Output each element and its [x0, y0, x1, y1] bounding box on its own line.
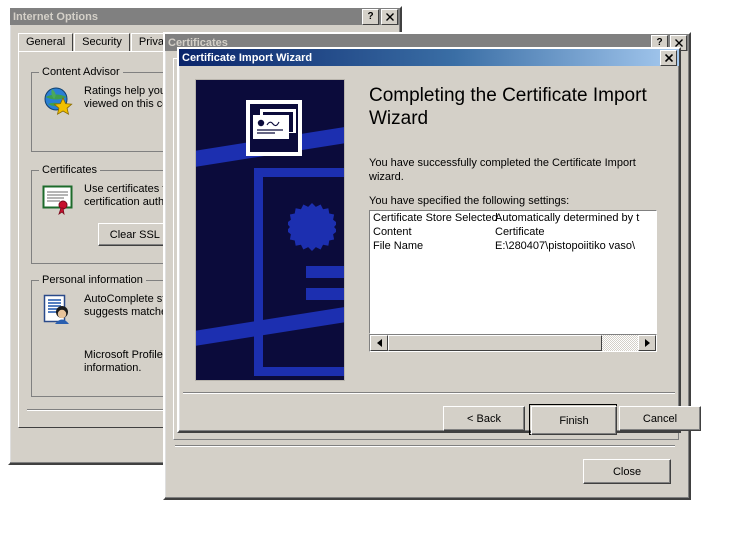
close-button[interactable]: Close — [583, 459, 671, 484]
certificate-card-front-detail — [253, 115, 289, 139]
setting-value: Automatically determined by t — [495, 212, 640, 224]
finish-button-default-frame: Finish — [529, 404, 617, 435]
wizard-title: Certificate Import Wizard — [182, 51, 313, 64]
wizard-heading: Completing the Certificate Import Wizard — [369, 85, 647, 129]
setting-value: E:\280407\pistopoiitiko vaso\ — [495, 240, 636, 252]
wizard-titlebar-buttons — [660, 49, 677, 66]
list-item[interactable]: Content Certificate — [370, 225, 656, 239]
group-certificates-label: Certificates — [39, 164, 101, 176]
setting-name: File Name — [373, 240, 424, 252]
group-content-advisor-label: Content Advisor — [39, 66, 123, 78]
scroll-left-button[interactable] — [370, 335, 388, 351]
certificate-import-wizard-window: Certificate Import Wizard Completing the… — [177, 47, 701, 435]
setting-value: Certificate — [495, 226, 545, 238]
list-item[interactable]: Certificate Store Selected Automatically… — [370, 211, 656, 225]
watermark-bar-1 — [306, 266, 344, 278]
close-glyph — [385, 12, 394, 21]
wizard-settings-intro: You have specified the following setting… — [369, 195, 570, 207]
certificate-pages-icon-inner — [250, 104, 298, 152]
help-button[interactable]: ? — [362, 8, 379, 25]
divider — [175, 445, 675, 447]
listbox-hscrollbar[interactable] — [369, 334, 657, 352]
scrollbar-track[interactable] — [602, 335, 638, 351]
internet-options-titlebar-buttons: ? — [362, 8, 398, 25]
setting-name: Certificate Store Selected — [373, 212, 498, 224]
cancel-button[interactable]: Cancel — [619, 406, 701, 431]
close-icon[interactable] — [381, 8, 398, 25]
footer-divider — [183, 392, 675, 394]
autocomplete-form-icon — [42, 293, 74, 325]
watermark-bar-2 — [306, 288, 344, 300]
setting-name: Content — [373, 226, 412, 238]
scrollbar-thumb[interactable] — [388, 335, 602, 351]
wizard-paragraph: You have successfully completed the Cert… — [369, 157, 636, 183]
certificate-pages-icon — [246, 100, 302, 156]
group-personal-information-label: Personal information — [39, 274, 146, 286]
close-icon[interactable] — [660, 49, 677, 66]
internet-options-title: Internet Options — [13, 10, 98, 23]
close-glyph — [664, 53, 673, 62]
certificate-ribbon-icon — [42, 183, 74, 216]
wizard-body: Completing the Certificate Import Wizard… — [183, 70, 701, 435]
wizard-titlebar[interactable]: Certificate Import Wizard — [179, 49, 679, 66]
globe-star-icon — [42, 85, 74, 117]
back-button[interactable]: < Back — [443, 406, 525, 431]
settings-listbox[interactable]: Certificate Store Selected Automatically… — [369, 210, 657, 334]
chevron-left-icon — [376, 339, 382, 347]
scroll-right-button[interactable] — [638, 335, 656, 351]
chevron-right-icon — [644, 339, 650, 347]
finish-button[interactable]: Finish — [531, 406, 617, 435]
list-item[interactable]: File Name E:\280407\pistopoiitiko vaso\ — [370, 239, 656, 253]
internet-options-titlebar[interactable]: Internet Options ? — [10, 8, 400, 25]
wizard-watermark — [195, 79, 345, 381]
close-glyph — [674, 38, 683, 47]
